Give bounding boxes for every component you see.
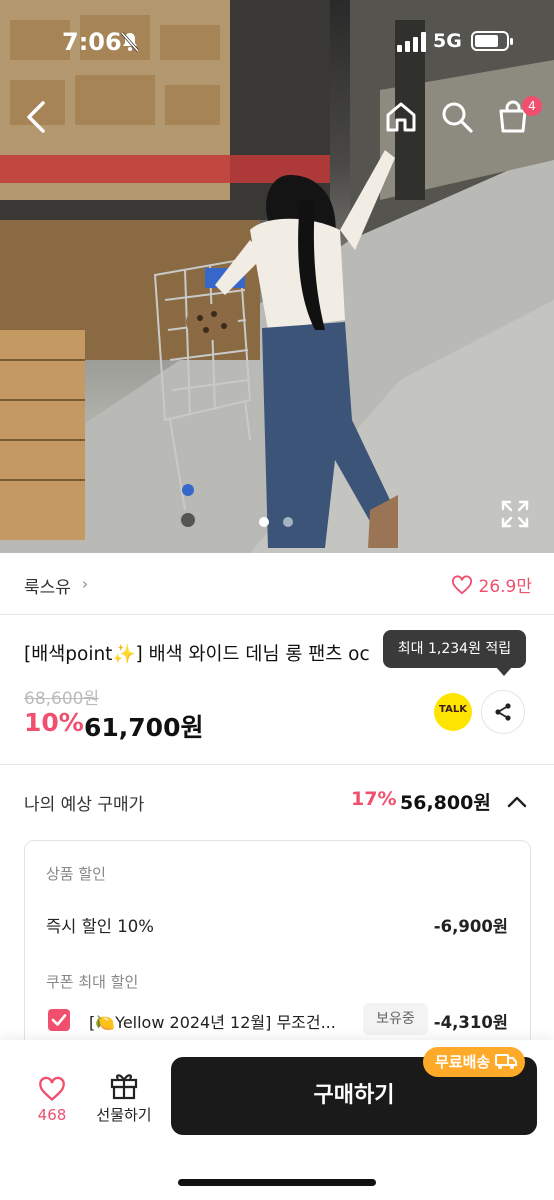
bottom-action-bar: 468 선물하기 구매하기 무료배송 <box>0 1040 554 1200</box>
home-icon <box>386 102 416 132</box>
gift-label[interactable]: 선물하기 <box>80 1104 168 1125</box>
search-button[interactable] <box>437 97 477 137</box>
search-icon <box>442 102 473 133</box>
truck-icon <box>495 1054 517 1069</box>
back-button[interactable] <box>16 97 56 137</box>
expected-price: 56,800원 <box>400 792 491 814</box>
status-bar: 7:06 5G <box>0 0 554 84</box>
coupon-discount-heading: 쿠폰 최대 할인 <box>46 973 139 991</box>
gift-button[interactable] <box>86 1070 162 1104</box>
seller-name[interactable]: 룩스유 <box>24 573 71 598</box>
expected-price-row[interactable]: 나의 예상 구매가 17% 56,800원 <box>0 775 554 829</box>
coupon-discount-amount: -4,310원 <box>433 1013 508 1032</box>
sale-price: 61,700원 <box>84 713 204 742</box>
gift-icon <box>110 1074 138 1100</box>
status-time: 7:06 <box>62 28 122 56</box>
share-icon <box>495 703 511 721</box>
discount-percent: 10% <box>24 708 84 737</box>
instant-discount-label: 즉시 할인 10% <box>46 917 154 936</box>
expand-icon[interactable] <box>500 499 530 529</box>
expected-price-label: 나의 예상 구매가 <box>24 795 145 815</box>
kakao-talk-icon: TALK <box>439 704 467 715</box>
product-title: [배색point✨] 배색 와이드 데님 롱 팬츠 oc <box>24 644 370 665</box>
battery-icon <box>471 31 513 51</box>
free-shipping-label: 무료배송 <box>435 1053 491 1071</box>
expected-discount-percent: 17% <box>351 788 397 810</box>
kakao-talk-button[interactable]: TALK <box>434 693 472 731</box>
chevron-up-icon[interactable] <box>504 789 530 815</box>
original-price: 68,600원 <box>24 689 100 709</box>
chevron-left-icon <box>27 101 45 133</box>
home-indicator <box>178 1179 376 1186</box>
checkmark-icon <box>51 1014 67 1026</box>
carousel-dot[interactable] <box>259 517 269 527</box>
signal-icon <box>397 32 426 52</box>
wishlist-count: 468 <box>37 1106 67 1124</box>
cart-count-badge: 4 <box>522 96 542 116</box>
share-button[interactable] <box>481 690 525 734</box>
carousel-dot[interactable] <box>283 517 293 527</box>
heart-outline-icon <box>451 574 472 594</box>
home-button[interactable] <box>381 97 421 137</box>
carousel-indicator <box>259 517 293 527</box>
discount-detail-panel: 상품 할인 즉시 할인 10% -6,900원 쿠폰 최대 할인 [🍋Yello… <box>24 840 531 1070</box>
coupon-owned-badge: 보유중 <box>363 1003 428 1035</box>
product-discount-heading: 상품 할인 <box>46 865 106 883</box>
like-count: 26.9만 <box>478 577 533 597</box>
seller-chevron-icon: › <box>82 575 88 593</box>
coupon-checkbox[interactable] <box>48 1009 70 1031</box>
divider <box>0 764 554 765</box>
heart-outline-icon <box>39 1076 65 1102</box>
network-type: 5G <box>433 30 462 52</box>
wishlist-button[interactable] <box>32 1076 72 1106</box>
like-button[interactable]: 26.9만 <box>451 572 533 597</box>
coupon-name[interactable]: [🍋Yellow 2024년 12월] 무조건... <box>89 1009 336 1033</box>
instant-discount-amount: -6,900원 <box>433 917 508 936</box>
free-shipping-badge: 무료배송 <box>423 1047 525 1077</box>
product-image-carousel[interactable]: 7:06 5G 4 <box>0 0 554 553</box>
reward-tooltip: 최대 1,234원 적립 <box>383 630 526 676</box>
seller-row[interactable]: 룩스유 › 26.9만 <box>0 553 554 615</box>
silent-bell-icon <box>120 32 140 52</box>
